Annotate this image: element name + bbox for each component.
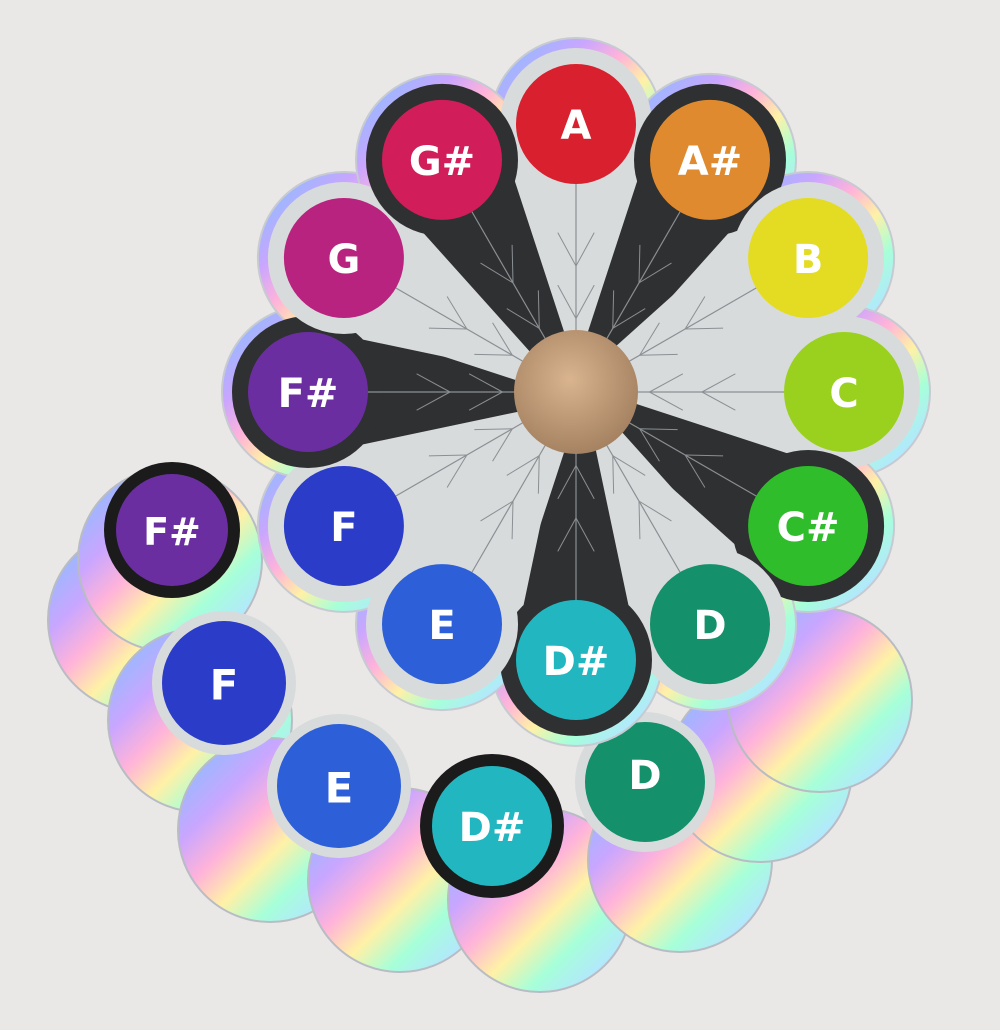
note-f: F (283, 466, 404, 586)
back-note-label-e: E (325, 764, 354, 813)
back-note-f: F (152, 611, 296, 755)
sticker-photo: F# F E D# D AA#BCC#DD#EFF#GG# (0, 0, 1000, 1030)
front-sticker-center (514, 330, 638, 454)
note-label-d: D (693, 603, 726, 649)
note-label-g-sharp: G# (409, 139, 475, 185)
note-label-g: G (327, 237, 360, 283)
back-note-d-sharp: D# (420, 754, 564, 898)
note-label-f-sharp: F# (278, 371, 339, 417)
note-label-b: B (793, 237, 824, 283)
note-b: B (748, 198, 869, 318)
note-g: G (283, 198, 404, 318)
back-note-f-sharp: F# (104, 462, 240, 598)
back-note-label-d-sharp: D# (459, 805, 526, 851)
note-g-sharp: G# (382, 99, 502, 220)
note-a-sharp: A# (650, 99, 770, 220)
note-label-c-sharp: C# (777, 505, 840, 551)
note-d: D (650, 564, 770, 685)
note-d-sharp: D# (516, 600, 636, 720)
note-label-d-sharp: D# (543, 639, 610, 685)
back-note-label-f-sharp: F# (143, 510, 201, 554)
note-f-sharp: F# (248, 332, 368, 452)
note-label-e: E (428, 603, 455, 649)
note-c: C (784, 332, 904, 452)
note-label-c: C (829, 371, 858, 417)
note-a: A (516, 64, 636, 184)
back-note-e: E (267, 714, 411, 858)
note-label-f: F (330, 505, 357, 551)
note-c-sharp: C# (748, 466, 869, 586)
note-label-a: A (561, 103, 592, 149)
note-e: E (382, 564, 502, 685)
back-note-label-d: D (628, 753, 661, 799)
note-label-a-sharp: A# (678, 139, 742, 185)
back-note-label-f: F (210, 661, 239, 710)
